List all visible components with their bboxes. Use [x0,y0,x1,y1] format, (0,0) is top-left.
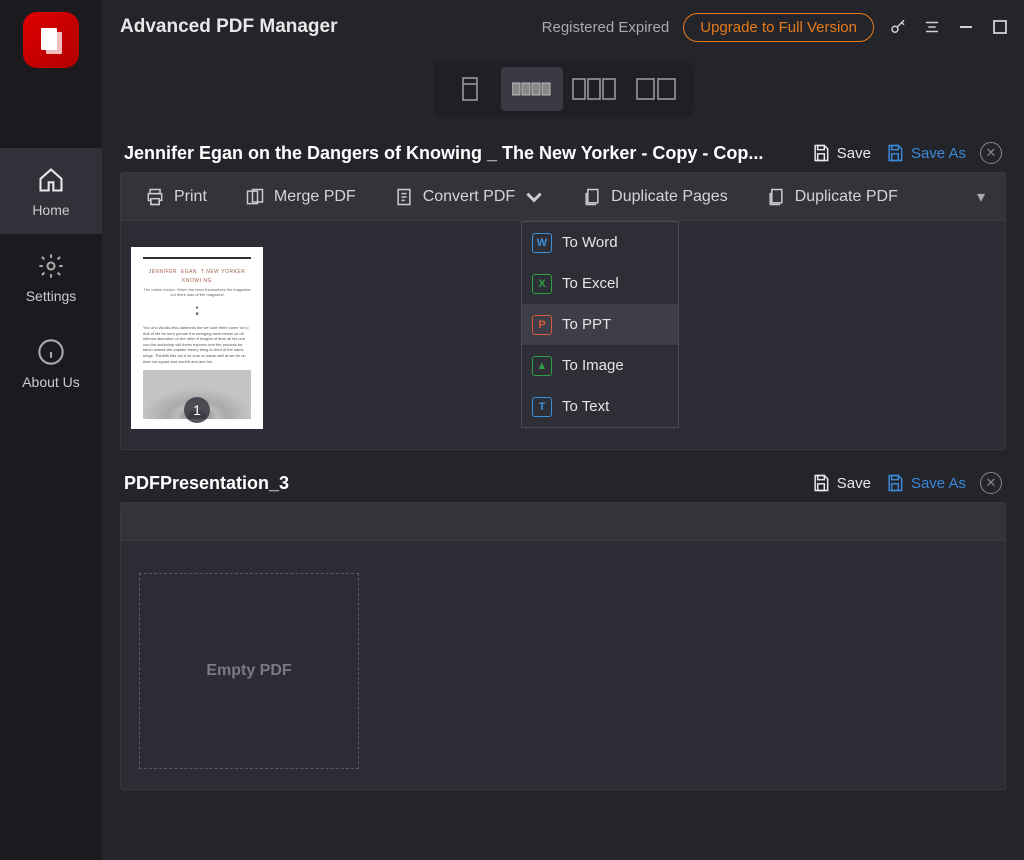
view-single-button[interactable] [439,67,501,111]
key-icon[interactable] [888,17,908,37]
maximize-button[interactable] [990,17,1010,37]
registration-status: Registered Expired [542,19,670,36]
duplicate-pages-button[interactable]: Duplicate Pages [578,181,732,213]
chevron-down-icon [524,187,544,207]
title-bar: Advanced PDF Manager Registered Expired … [102,0,1024,54]
page-number-badge: 1 [184,397,210,423]
view-mode-group [433,61,693,117]
document-panel: PDFPresentation_3 Save Save As ✕ [120,472,1006,790]
document-panel: Jennifer Egan on the Dangers of Knowing … [120,142,1006,450]
text-icon: T [532,397,552,417]
excel-icon: X [532,274,552,294]
sidebar-item-about[interactable]: About Us [0,320,102,406]
document-body: Empty PDF [120,502,1006,790]
sidebar-item-label: Home [32,202,69,218]
save-button[interactable]: Save [811,473,871,493]
view-grid-button[interactable] [501,67,563,111]
document-header: Jennifer Egan on the Dangers of Knowing … [120,142,1006,172]
convert-to-image[interactable]: ▲To Image [522,345,678,386]
merge-pdf-button[interactable]: Merge PDF [241,181,360,213]
page-thumbnail[interactable]: JENNIFER EGAN T NEW YORKER KNOWI NG The … [131,247,263,429]
sidebar-item-label: About Us [22,374,80,390]
document-pages: Empty PDF [121,541,1005,789]
close-document-button[interactable]: ✕ [980,472,1002,494]
convert-pdf-button[interactable]: Convert PDF [390,181,548,213]
view-two-button[interactable] [625,67,687,111]
sidebar: Home Settings About Us [0,0,102,860]
image-icon: ▲ [532,356,552,376]
view-three-button[interactable] [563,67,625,111]
document-title: PDFPresentation_3 [124,473,797,494]
save-as-button[interactable]: Save As [885,473,966,493]
main-area: Advanced PDF Manager Registered Expired … [102,0,1024,860]
ppt-icon: P [532,315,552,335]
convert-to-word[interactable]: WTo Word [522,222,678,263]
convert-to-text[interactable]: TTo Text [522,386,678,427]
convert-to-ppt[interactable]: PTo PPT [522,304,678,345]
duplicate-pdf-button[interactable]: Duplicate PDF [762,181,902,213]
app-logo [23,12,79,68]
toolbar-overflow-button[interactable]: ▾ [977,187,985,207]
close-document-button[interactable]: ✕ [980,142,1002,164]
content-area: Jennifer Egan on the Dangers of Knowing … [102,124,1024,860]
convert-to-excel[interactable]: XTo Excel [522,263,678,304]
word-icon: W [532,233,552,253]
sidebar-item-home[interactable]: Home [0,148,102,234]
save-button[interactable]: Save [811,143,871,163]
upgrade-button[interactable]: Upgrade to Full Version [683,13,874,42]
minimize-button[interactable] [956,17,976,37]
document-toolbar [121,503,1005,541]
document-header: PDFPresentation_3 Save Save As ✕ [120,472,1006,502]
document-toolbar: Print Merge PDF Convert PDF Duplicate Pa… [121,173,1005,221]
empty-pdf-placeholder[interactable]: Empty PDF [139,573,359,769]
save-as-button[interactable]: Save As [885,143,966,163]
document-title: Jennifer Egan on the Dangers of Knowing … [124,143,797,164]
print-button[interactable]: Print [141,181,211,213]
app-title: Advanced PDF Manager [120,16,338,38]
menu-icon[interactable] [922,17,942,37]
sidebar-item-label: Settings [26,288,77,304]
document-body: Print Merge PDF Convert PDF Duplicate Pa… [120,172,1006,450]
convert-dropdown: WTo Word XTo Excel PTo PPT ▲To Image TTo… [521,221,679,428]
sidebar-item-settings[interactable]: Settings [0,234,102,320]
view-mode-strip [102,54,1024,124]
